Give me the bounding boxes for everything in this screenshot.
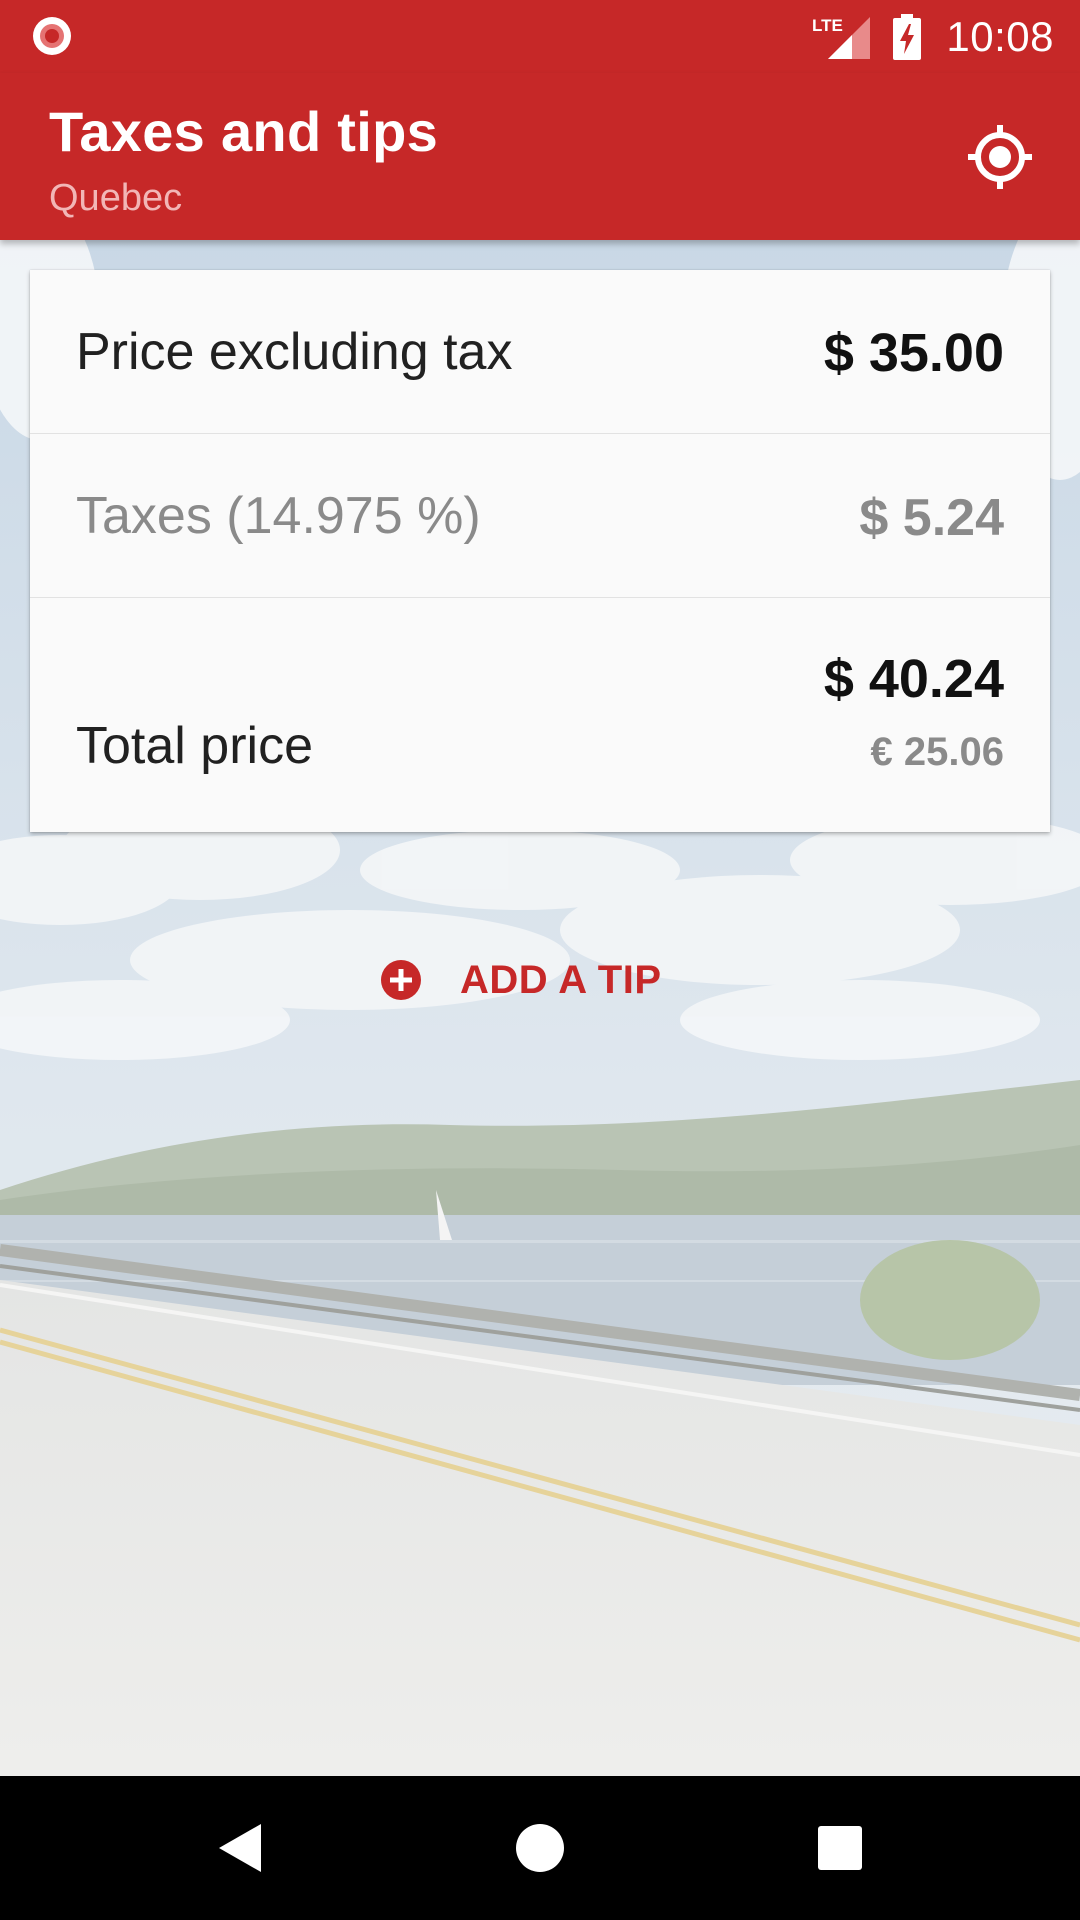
add-circle-icon <box>381 960 421 1000</box>
recents-icon <box>818 1826 862 1870</box>
total-value: $ 40.24 <box>823 649 1004 709</box>
add-tip-label: ADD A TIP <box>460 957 662 1002</box>
page-title: Taxes and tips <box>49 100 439 163</box>
add-tip-button[interactable]: ADD A TIP <box>380 940 662 1020</box>
region-subtitle: Quebec <box>49 177 183 219</box>
locate-icon <box>968 125 1032 189</box>
total-row: Total price $ 40.24 € 25.06 <box>30 598 1050 832</box>
recents-button[interactable] <box>804 1812 876 1884</box>
app-screen: LTE 10:08 Taxes and tips Quebec Price ex… <box>0 0 1080 1920</box>
price-summary-card: Price excluding tax $ 35.00 Taxes (14.97… <box>30 270 1050 832</box>
svg-text:LTE: LTE <box>812 16 843 35</box>
back-icon <box>219 1824 261 1872</box>
status-time: 10:08 <box>946 13 1054 60</box>
back-button[interactable] <box>204 1812 276 1884</box>
tax-value: $ 5.24 <box>859 489 1004 547</box>
home-icon <box>516 1824 564 1872</box>
status-bar: LTE 10:08 <box>0 0 1080 73</box>
price-label: Price excluding tax <box>76 323 513 381</box>
price-value: $ 35.00 <box>823 323 1004 383</box>
battery-charging-icon <box>893 14 922 60</box>
tax-label: Taxes (14.975 %) <box>76 487 481 545</box>
home-button[interactable] <box>504 1812 576 1884</box>
total-converted-value: € 25.06 <box>870 730 1004 774</box>
tax-row: Taxes (14.975 %) $ 5.24 <box>30 434 1050 598</box>
navigation-bar <box>0 1776 1080 1920</box>
price-row[interactable]: Price excluding tax $ 35.00 <box>30 270 1050 434</box>
record-icon <box>33 17 71 55</box>
locate-button[interactable] <box>960 117 1040 197</box>
app-bar: Taxes and tips Quebec <box>0 73 1080 240</box>
total-label: Total price <box>76 717 313 775</box>
lte-signal-icon: LTE <box>812 16 871 59</box>
